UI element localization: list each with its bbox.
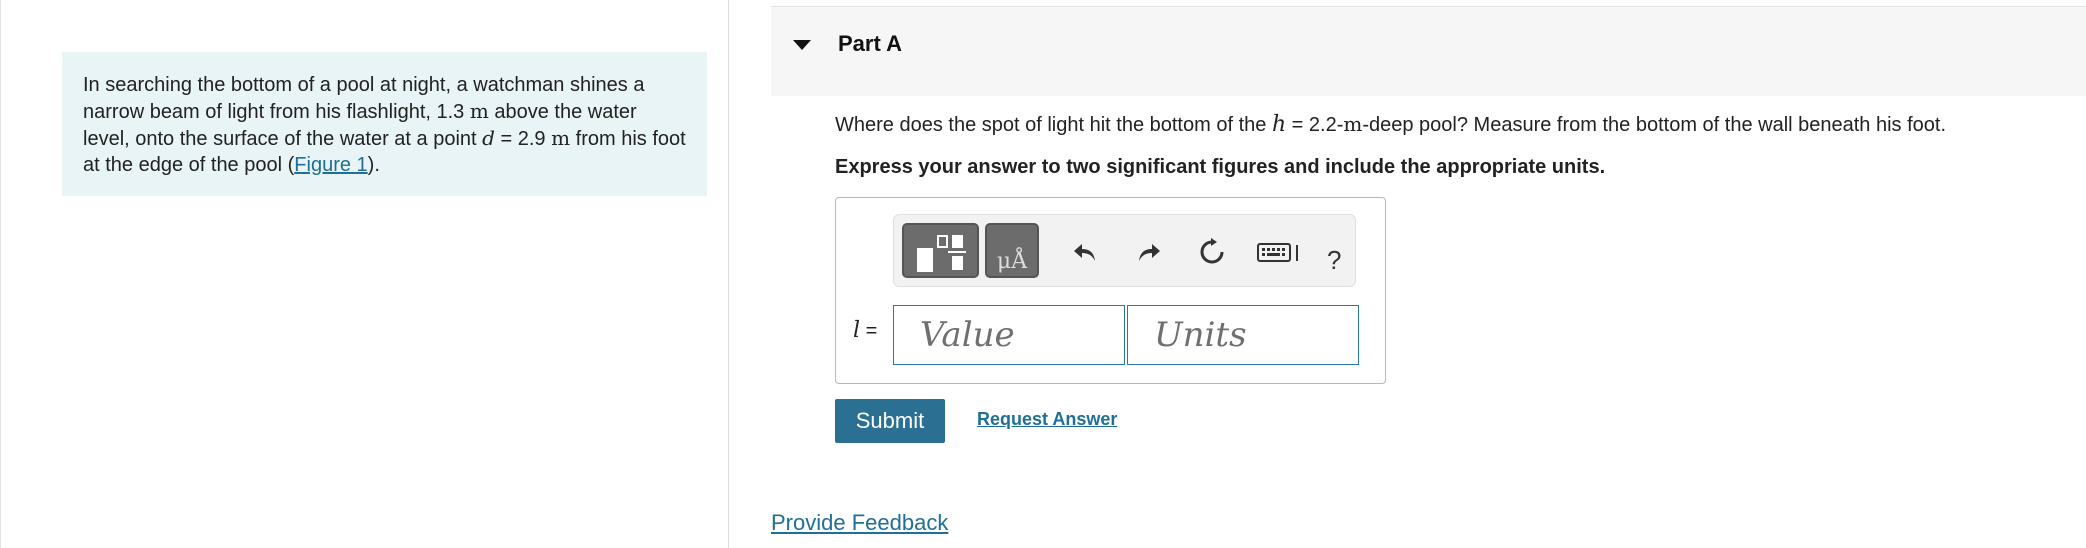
variable-h: h bbox=[1271, 112, 1287, 137]
variable-l: l bbox=[853, 318, 861, 343]
reset-icon[interactable] bbox=[1195, 235, 1229, 269]
units-input[interactable] bbox=[1127, 305, 1359, 365]
value-input[interactable] bbox=[893, 305, 1125, 365]
unit-meters: m bbox=[469, 99, 489, 123]
keyboard-icon[interactable] bbox=[1256, 235, 1304, 269]
variable-d: d bbox=[482, 126, 495, 150]
answer-instruction: Express your answer to two significant f… bbox=[835, 156, 1606, 178]
part-title: Part A bbox=[838, 31, 902, 56]
pane-divider bbox=[728, 0, 729, 548]
answer-box: μÅ ? l = bbox=[835, 197, 1386, 384]
templates-icon[interactable] bbox=[902, 223, 979, 278]
figure-1-link[interactable]: Figure 1 bbox=[294, 154, 367, 176]
problem-text: = 2.9 bbox=[494, 128, 552, 150]
units-icon[interactable]: μÅ bbox=[985, 223, 1039, 278]
question-text-part: = 2.2- bbox=[1286, 114, 1344, 136]
undo-icon[interactable] bbox=[1068, 235, 1102, 269]
unit-meters: m bbox=[551, 126, 571, 150]
variable-label: l = bbox=[853, 318, 877, 343]
page-left-border bbox=[0, 0, 1, 548]
question-text-part: Where does the spot of light hit the bot… bbox=[835, 114, 1272, 136]
part-a-header[interactable]: Part A bbox=[771, 6, 2086, 96]
problem-text: ). bbox=[367, 154, 380, 176]
request-answer-link[interactable]: Request Answer bbox=[977, 409, 1117, 430]
problem-statement: In searching the bottom of a pool at nig… bbox=[62, 52, 707, 196]
question-text: Where does the spot of light hit the bot… bbox=[835, 112, 1946, 137]
equals-sign: = bbox=[860, 320, 878, 342]
units-glyph: μÅ bbox=[996, 249, 1028, 274]
redo-icon[interactable] bbox=[1132, 235, 1166, 269]
submit-button[interactable]: Submit bbox=[835, 399, 945, 443]
unit-meters: m bbox=[1343, 112, 1363, 136]
math-toolbar: μÅ ? bbox=[893, 214, 1356, 287]
provide-feedback-link[interactable]: Provide Feedback bbox=[771, 510, 948, 536]
question-text-part: -deep pool? Measure from the bottom of t… bbox=[1362, 114, 1947, 136]
help-button[interactable]: ? bbox=[1327, 245, 1341, 276]
collapse-caret-icon[interactable] bbox=[793, 40, 811, 50]
